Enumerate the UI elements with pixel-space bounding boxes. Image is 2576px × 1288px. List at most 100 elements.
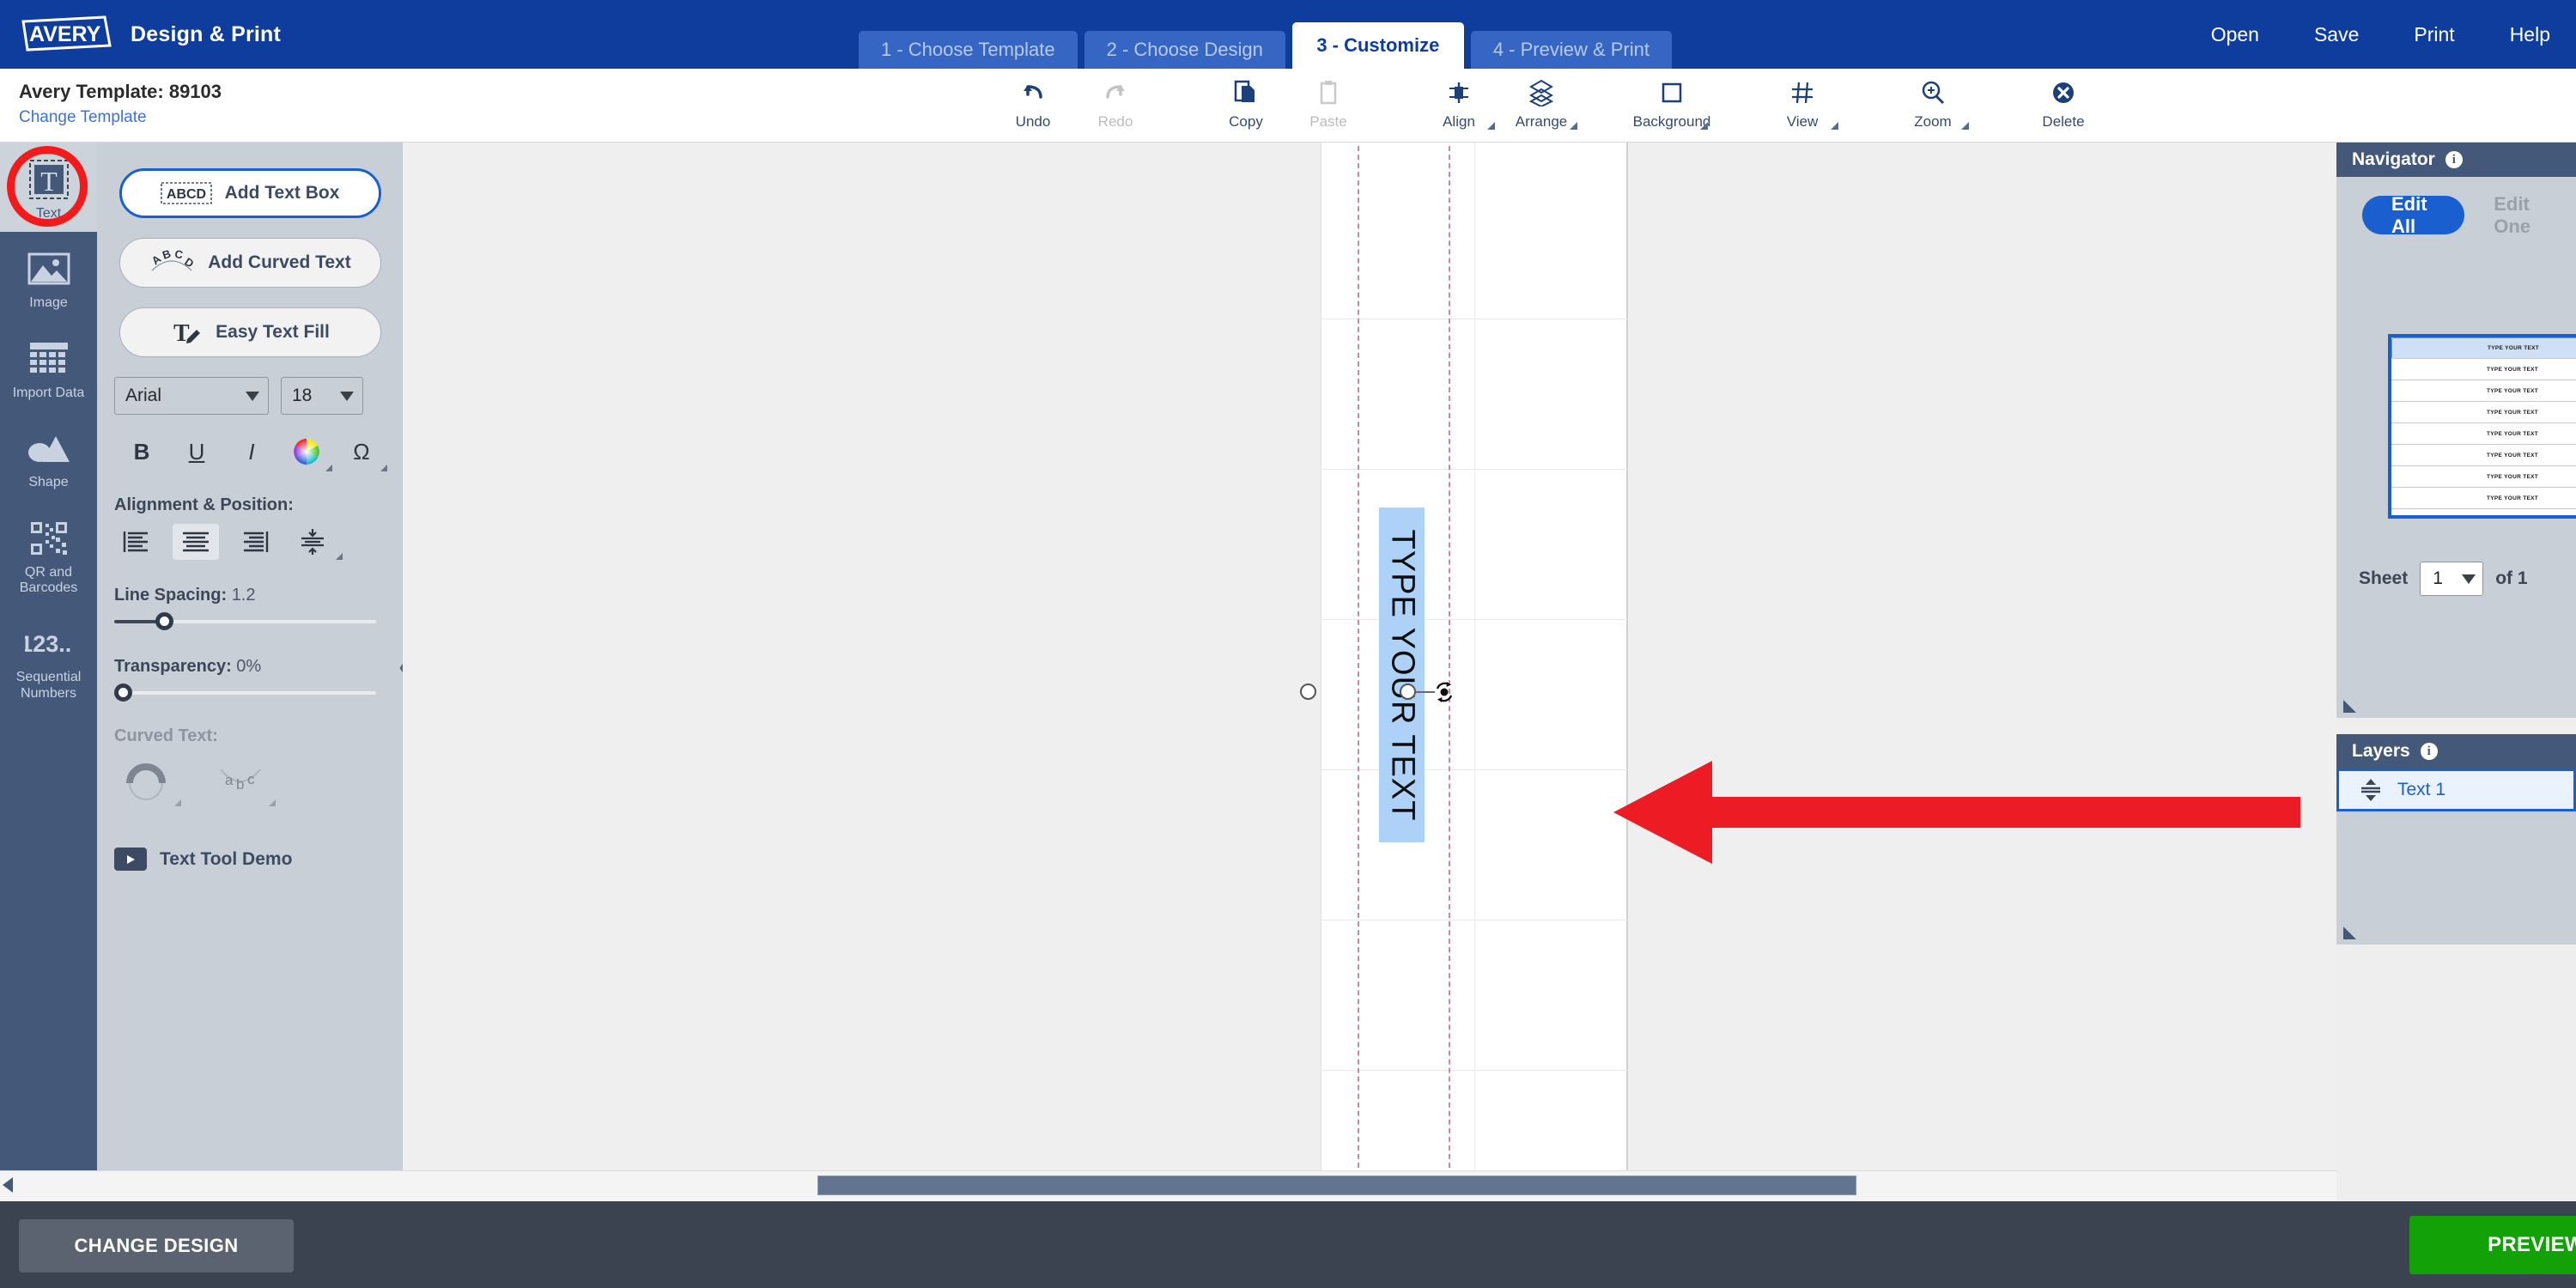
font-family-select[interactable]: Arial bbox=[114, 377, 269, 415]
change-design-button[interactable]: CHANGE DESIGN bbox=[19, 1219, 294, 1273]
info-icon[interactable]: i bbox=[2445, 151, 2463, 168]
undo-arrow-icon bbox=[1020, 76, 1046, 110]
toolbar-copy[interactable]: Copy bbox=[1205, 76, 1287, 131]
layers-resize-grip[interactable] bbox=[2343, 927, 2356, 939]
zoom-magnifier-icon bbox=[1920, 76, 1946, 110]
text-color-wheel-button[interactable] bbox=[279, 432, 334, 471]
layer-item-label: Text 1 bbox=[2397, 780, 2446, 799]
toolbar-align[interactable]: Align bbox=[1418, 76, 1500, 131]
toolbar-delete[interactable]: Delete bbox=[2022, 76, 2105, 131]
easy-text-fill-button[interactable]: T Easy Text Fill bbox=[118, 307, 381, 357]
zoom-caret-icon[interactable] bbox=[1961, 122, 1969, 130]
underline-button[interactable]: U bbox=[169, 432, 224, 471]
font-size-select[interactable]: 18 bbox=[281, 377, 363, 415]
scrollbar-thumb[interactable] bbox=[817, 1176, 1856, 1195]
sidebar-item-qr-barcodes[interactable]: QR and Barcodes bbox=[0, 501, 97, 607]
text-tool-demo-link[interactable]: Text Tool Demo bbox=[114, 848, 403, 871]
add-text-box-button[interactable]: ABCD Add Text Box bbox=[118, 168, 381, 218]
background-caret-icon[interactable] bbox=[1700, 122, 1708, 130]
layer-item-text-1[interactable]: Text 1 bbox=[2336, 769, 2576, 811]
curve-abc-button[interactable]: abc bbox=[209, 755, 276, 808]
text-object-type-your-text[interactable]: TYPE YOUR TEXT bbox=[1379, 507, 1425, 842]
sequential-numbers-icon: 123... bbox=[25, 618, 73, 668]
menu-open[interactable]: Open bbox=[2211, 23, 2259, 46]
navigator-thumbnail-row[interactable]: TYPE YOUR TEXT bbox=[2391, 423, 2576, 445]
toolbar-zoom[interactable]: Zoom bbox=[1892, 76, 1974, 131]
line-spacing-knob[interactable] bbox=[155, 612, 173, 630]
step-tab-choose-template[interactable]: 1 - Choose Template bbox=[859, 31, 1078, 69]
navigator-thumbnail-row[interactable]: TYPE YOUR TEXT bbox=[2391, 402, 2576, 423]
navigator-thumbnail-row[interactable]: TYPE YOUR TEXT bbox=[2391, 466, 2576, 488]
info-icon[interactable]: i bbox=[2420, 743, 2438, 760]
svg-text:ABCD: ABCD bbox=[166, 187, 205, 202]
transparency-slider[interactable] bbox=[114, 683, 376, 702]
navigator-thumbnail-row[interactable]: TYPE YOUR TEXT bbox=[2391, 445, 2576, 466]
navigator-resize-grip[interactable] bbox=[2343, 700, 2356, 713]
curve-arc-button[interactable] bbox=[114, 755, 181, 808]
sidebar-item-image[interactable]: Image bbox=[0, 232, 97, 321]
align-center-icon bbox=[1446, 76, 1472, 110]
curved-text-label: Curved Text: bbox=[114, 726, 218, 745]
easy-text-fill-label: Easy Text Fill bbox=[216, 322, 330, 342]
view-caret-icon[interactable] bbox=[1831, 122, 1838, 130]
alignment-buttons-row bbox=[114, 524, 403, 560]
delete-x-circle-icon bbox=[2050, 76, 2076, 110]
align-right-button[interactable] bbox=[231, 524, 277, 560]
preview-print-button[interactable]: PREVIEW & PRINT bbox=[2409, 1216, 2576, 1274]
align-left-button[interactable] bbox=[114, 524, 161, 560]
text-fill-pencil-icon: T bbox=[170, 319, 203, 346]
curve-abc-icon: abc bbox=[220, 769, 261, 793]
italic-button[interactable]: I bbox=[224, 432, 279, 471]
navigator-sheet-thumbnail[interactable]: TYPE YOUR TEXT TYPE YOUR TEXT TYPE YOUR TE… bbox=[2388, 334, 2576, 519]
step-tab-customize[interactable]: 3 - Customize bbox=[1291, 22, 1464, 69]
align-caret-icon[interactable] bbox=[1487, 122, 1495, 130]
toolbar-background[interactable]: Background bbox=[1631, 76, 1713, 131]
menu-help[interactable]: Help bbox=[2510, 23, 2550, 46]
scroll-left-arrow-icon[interactable] bbox=[3, 1177, 13, 1193]
line-spacing-slider[interactable] bbox=[114, 612, 376, 631]
navigator-thumbnail-row[interactable]: TYPE YOUR TEXT bbox=[2391, 488, 2576, 509]
navigator-thumbnail-row[interactable]: TYPE YOUR TEXT bbox=[2391, 380, 2576, 402]
toolbar-view[interactable]: View bbox=[1761, 76, 1844, 131]
underline-label: U bbox=[188, 438, 205, 465]
layer-text-lines-icon bbox=[2361, 779, 2380, 801]
svg-text:123...: 123... bbox=[25, 631, 73, 657]
qr-barcode-icon bbox=[29, 513, 69, 563]
sidebar-item-shape[interactable]: Shape bbox=[0, 411, 97, 501]
add-curved-text-button[interactable]: ABCD Add Curved Text bbox=[118, 238, 381, 288]
toolbar-paste[interactable]: Paste bbox=[1287, 76, 1370, 131]
transparency-knob[interactable] bbox=[114, 683, 132, 702]
abcd-box-icon: ABCD bbox=[160, 182, 212, 204]
chevron-down-icon bbox=[2462, 574, 2476, 584]
bold-button[interactable]: B bbox=[114, 432, 169, 471]
toolbar-paste-label: Paste bbox=[1309, 113, 1347, 130]
resize-handle-left[interactable] bbox=[1300, 683, 1316, 700]
rotate-handle[interactable] bbox=[1432, 680, 1456, 704]
toolbar-undo[interactable]: Undo bbox=[992, 76, 1074, 131]
step-tab-choose-design[interactable]: 2 - Choose Design bbox=[1084, 31, 1285, 69]
menu-save[interactable]: Save bbox=[2314, 23, 2359, 46]
align-center-button[interactable] bbox=[173, 524, 219, 560]
line-spacing-value: 1.2 bbox=[231, 586, 256, 605]
tab-edit-one[interactable]: Edit One bbox=[2464, 193, 2576, 237]
vertical-position-button[interactable] bbox=[289, 524, 343, 560]
design-canvas[interactable]: TYPE YOUR TEXT bbox=[403, 143, 2336, 1170]
step-tab-preview-print[interactable]: 4 - Preview & Print bbox=[1470, 31, 1672, 69]
toolbar-redo[interactable]: Redo bbox=[1074, 76, 1157, 131]
sidebar-item-import-data-label: Import Data bbox=[12, 385, 85, 400]
navigator-thumbnail-row[interactable]: TYPE YOUR TEXT bbox=[2391, 337, 2576, 359]
tab-edit-all[interactable]: Edit All bbox=[2362, 193, 2465, 237]
top-header-bar: AVERY Design & Print 1 - Choose Template… bbox=[0, 0, 2576, 69]
change-template-link[interactable]: Change Template bbox=[19, 108, 222, 127]
menu-print[interactable]: Print bbox=[2414, 23, 2454, 46]
navigator-thumbnail-row[interactable]: TYPE YOUR TEXT bbox=[2391, 359, 2576, 380]
canvas-horizontal-scrollbar[interactable] bbox=[0, 1170, 2336, 1201]
arrange-caret-icon[interactable] bbox=[1570, 122, 1577, 130]
resize-handle-right[interactable] bbox=[1400, 683, 1416, 700]
toolbar-arrange-label: Arrange bbox=[1515, 113, 1568, 130]
special-character-button[interactable]: Ω bbox=[334, 432, 389, 471]
toolbar-arrange[interactable]: Arrange bbox=[1500, 76, 1583, 131]
sidebar-item-import-data[interactable]: Import Data bbox=[0, 322, 97, 411]
sidebar-item-sequential-numbers[interactable]: 123... Sequential Numbers bbox=[0, 606, 97, 712]
sheet-number-select[interactable]: 1 bbox=[2420, 562, 2484, 596]
